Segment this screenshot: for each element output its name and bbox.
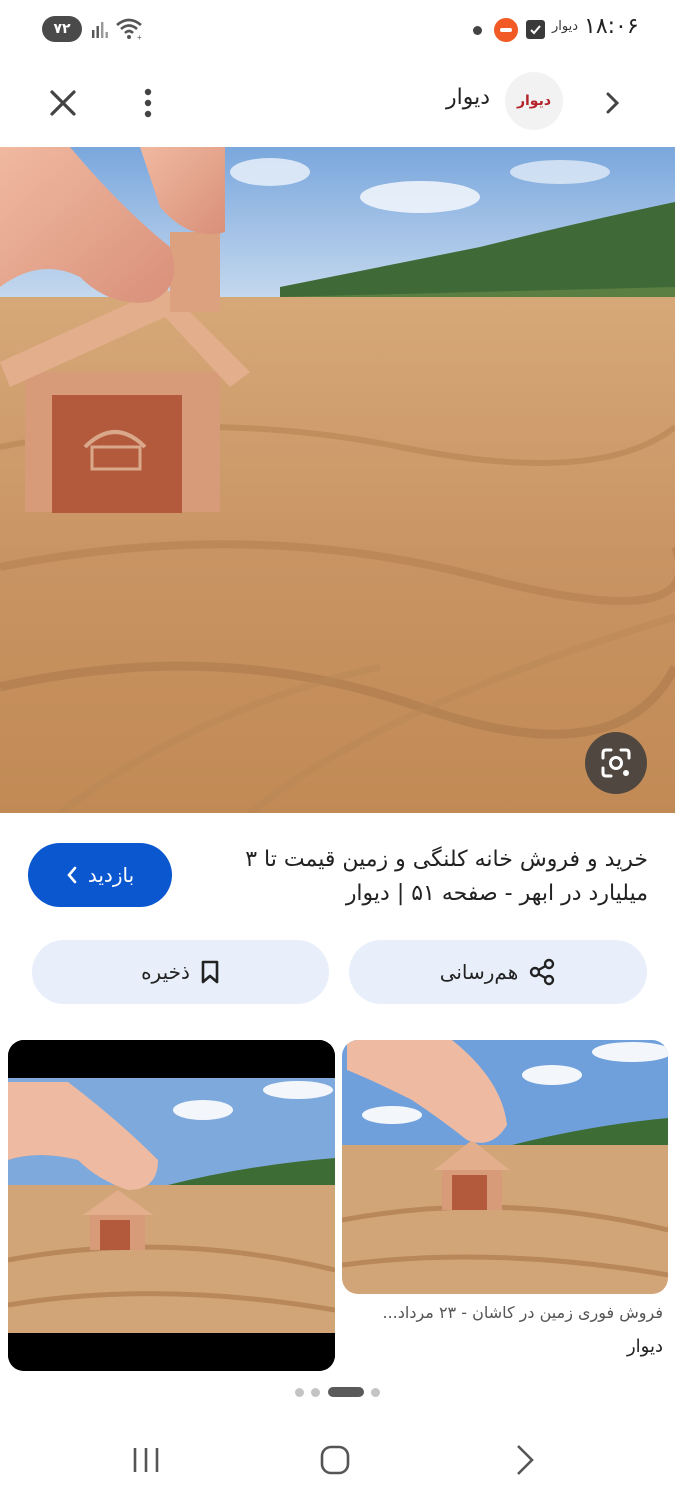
bookmark-icon (201, 960, 219, 984)
signal-icon (92, 22, 108, 38)
battery-indicator: ۷۲ (42, 16, 82, 42)
recents-icon[interactable] (128, 1440, 164, 1480)
app-notification-icon (494, 18, 518, 42)
related-photo-2 (342, 1040, 668, 1294)
save-button[interactable]: ذخیره (32, 940, 329, 1004)
wifi-icon: + (116, 18, 142, 42)
land-photo (0, 147, 675, 813)
screen: ۷۲ + دیوار ۱۸:۰۶ دیوار دیوار خرید و فروش… (0, 0, 675, 1500)
google-lens-button[interactable] (585, 732, 647, 794)
more-vert-icon (144, 88, 152, 118)
lens-icon (601, 748, 631, 778)
back-icon[interactable] (506, 1440, 542, 1480)
site-name: دیوار (445, 85, 490, 110)
chevron-right-icon (606, 92, 620, 114)
notification-dot (473, 26, 482, 35)
related-photo-1 (8, 1040, 335, 1371)
share-icon (530, 958, 555, 986)
share-button[interactable]: هم‌رسانی (349, 940, 647, 1004)
result-title[interactable]: خرید و فروش خانه کلنگی و زمین قیمت تا ۳ … (190, 843, 648, 911)
clock: ۱۸:۰۶ (584, 14, 639, 39)
more-options-button[interactable] (128, 80, 168, 126)
related-source: دیوار (626, 1336, 663, 1357)
main-image[interactable] (0, 147, 675, 813)
close-icon (50, 90, 76, 116)
save-label: ذخیره (141, 960, 190, 984)
visit-button[interactable]: بازدید (28, 843, 172, 907)
share-label: هم‌رسانی (439, 960, 519, 984)
visit-label: بازدید (87, 863, 135, 887)
checkbox-notification-icon (526, 20, 545, 39)
site-logo[interactable]: دیوار (505, 72, 563, 130)
pagination-dot (371, 1388, 380, 1397)
close-button[interactable] (40, 80, 86, 126)
related-image-1[interactable] (8, 1040, 335, 1371)
related-caption[interactable]: فروش فوری زمین در کاشان - ۲۳ مرداد... (345, 1303, 664, 1322)
navigation-bar (0, 1420, 675, 1500)
status-bar: ۷۲ + دیوار ۱۸:۰۶ (0, 0, 675, 58)
status-app-name: دیوار (552, 19, 579, 34)
pagination-dot (311, 1388, 320, 1397)
home-icon[interactable] (318, 1440, 352, 1480)
chevron-left-icon (67, 866, 77, 884)
open-site-button[interactable] (594, 80, 630, 126)
pagination-dot-active (328, 1387, 364, 1397)
pagination-dot (295, 1388, 304, 1397)
svg-text:+: + (137, 33, 142, 42)
related-image-2[interactable] (342, 1040, 668, 1294)
header: دیوار دیوار (0, 58, 675, 146)
